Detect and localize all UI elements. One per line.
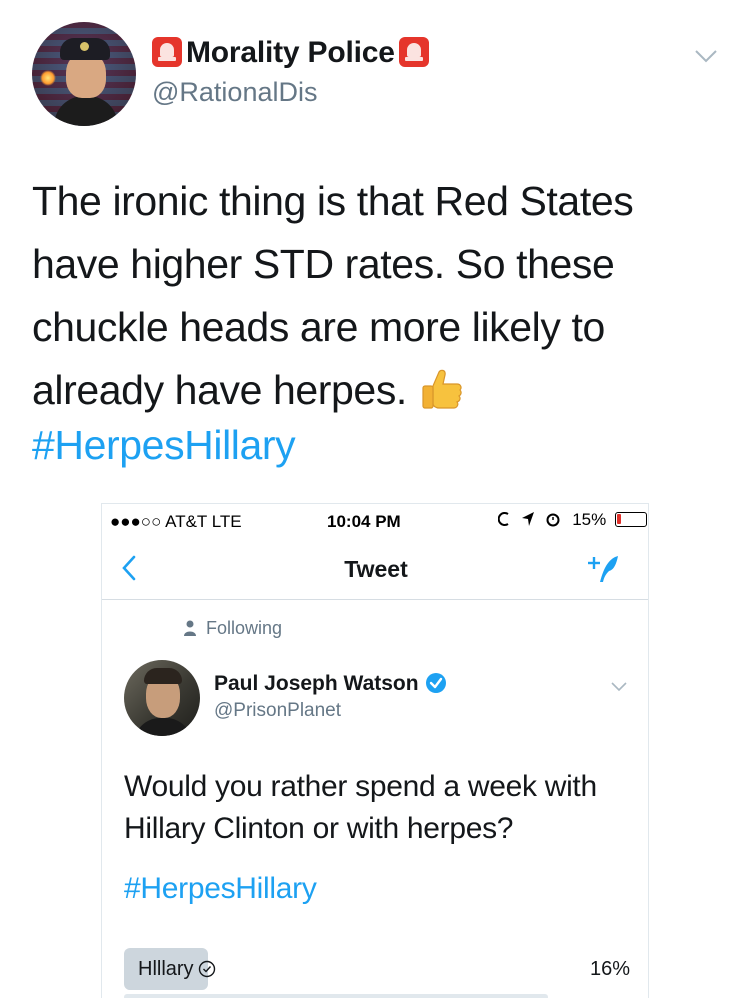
poll-divider [124, 994, 548, 998]
status-bar: ●●●○○ AT&T LTE 10:04 PM 15% [102, 504, 648, 538]
person-icon [184, 620, 196, 636]
rotation-lock-icon [497, 512, 509, 526]
display-name[interactable]: Paul Joseph Watson [214, 672, 447, 696]
compose-tweet-icon[interactable] [584, 552, 624, 588]
following-label: Following [206, 618, 283, 638]
siren-icon [152, 37, 182, 67]
alarm-icon [546, 513, 560, 527]
hashtag-link[interactable]: #HerpesHillary [124, 872, 317, 906]
tweet-text-line: The ironic thing is that Red States [32, 178, 634, 224]
embedded-screenshot[interactable]: ●●●○○ AT&T LTE 10:04 PM 15% Tweet Follow… [101, 503, 649, 998]
tweet-text-line-content: already have herpes. [32, 367, 407, 413]
battery-fill [616, 514, 621, 524]
battery-nub [647, 517, 648, 522]
thumbs-up-icon [422, 369, 462, 409]
poll-option-percent: 16% [589, 958, 630, 980]
tweet-text: Would you rather spend a week with Hilla… [124, 766, 634, 850]
battery-icon [614, 512, 648, 527]
chevron-down-icon[interactable] [610, 680, 628, 694]
tweet-text-line: chuckle heads are more likely to [32, 304, 605, 350]
nav-bar: Tweet [102, 538, 648, 600]
display-name-text: Morality Police [186, 36, 395, 69]
tweet-text: The ironic thing is that Red States have… [32, 170, 732, 422]
status-time: 10:04 PM [327, 512, 401, 531]
poll-option-label-group: Hlllary [138, 958, 216, 981]
page-title: Tweet [344, 556, 408, 582]
avatar[interactable] [32, 22, 136, 126]
poll-option-label: Hlllary [138, 958, 194, 980]
user-handle[interactable]: @RationalDis [152, 77, 317, 108]
tweet-text-line: already have herpes. [32, 359, 732, 422]
poll-option[interactable]: Hlllary 16% [124, 948, 630, 990]
tweet-text-line: Hillary Clinton or with herpes? [124, 812, 514, 845]
tweet-page: Morality Police @RationalDis The ironic … [0, 0, 750, 998]
siren-icon [398, 37, 429, 67]
display-name[interactable]: Morality Police [152, 36, 429, 70]
avatar-hat-badge [80, 42, 89, 51]
verified-badge-icon [425, 673, 446, 693]
chevron-down-icon[interactable] [694, 46, 718, 66]
location-arrow-icon [521, 512, 534, 526]
avatar-hair [144, 668, 182, 684]
status-right-group: 15% [497, 510, 648, 530]
battery-percent: 15% [572, 510, 607, 529]
avatar-shirt [134, 718, 192, 736]
hashtag-link[interactable]: #HerpesHillary [32, 422, 296, 469]
tweet-text-line: have higher STD rates. So these [32, 241, 615, 287]
tweet-text-line: Would you rather spend a week with [124, 770, 597, 803]
carrier-signal: ●●●○○ AT&T LTE [110, 512, 242, 531]
following-indicator: Following [184, 618, 282, 639]
avatar-sparkler [40, 70, 56, 86]
user-handle[interactable]: @PrisonPlanet [214, 700, 341, 722]
avatar[interactable] [124, 660, 200, 736]
display-name-text: Paul Joseph Watson [214, 672, 419, 695]
checkmark-circle-icon [198, 960, 215, 978]
